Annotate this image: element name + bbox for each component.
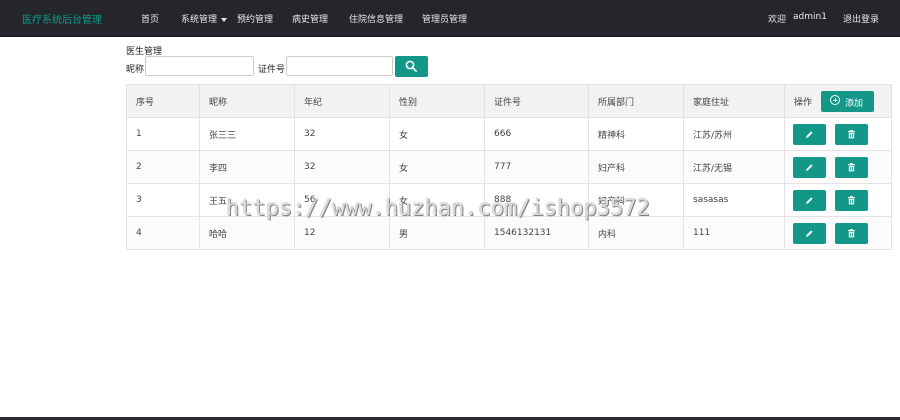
nav-system-menu[interactable]: 系统管理 [181, 12, 228, 25]
add-button-label: 添加 [845, 99, 864, 109]
trash-icon [848, 229, 855, 238]
cell-actions [784, 216, 892, 250]
pencil-icon [806, 131, 813, 138]
cell-age: 56 [294, 183, 390, 217]
cell-gender: 女 [389, 150, 485, 184]
idno-input[interactable] [286, 56, 393, 76]
add-button[interactable]: 添加 [821, 91, 874, 112]
header-actions-label: 操作 [794, 97, 813, 108]
nav-home[interactable]: 首页 [141, 12, 159, 25]
trash-icon [848, 163, 855, 172]
cell-department: 妇产科 [588, 150, 684, 184]
cell-index: 3 [126, 183, 200, 217]
edit-button[interactable] [793, 190, 826, 211]
table-row: 4 哈哈 12 男 1546132131 内科 111 [126, 216, 892, 250]
header-idno: 证件号 [484, 84, 589, 118]
cell-actions [784, 117, 892, 151]
cell-idno: 777 [484, 150, 589, 184]
cell-index: 2 [126, 150, 200, 184]
cell-idno: 888 [484, 183, 589, 217]
edit-button[interactable] [793, 124, 826, 145]
header-gender: 性别 [389, 84, 485, 118]
cell-actions [784, 183, 892, 217]
delete-button[interactable] [835, 157, 868, 178]
table-row: 2 李四 32 女 777 妇产科 江苏/无锡 [126, 150, 892, 184]
top-navbar: 医疗系统后台管理 首页 系统管理 预约管理 病史管理 住院信息管理 管理员管理 … [0, 0, 900, 37]
pencil-icon [806, 197, 813, 204]
header-age: 年纪 [294, 84, 390, 118]
cell-nickname: 王五 [199, 183, 295, 217]
current-user: admin1 [793, 12, 827, 22]
header-department: 所属部门 [588, 84, 684, 118]
cell-index: 4 [126, 216, 200, 250]
nav-medical-history[interactable]: 病史管理 [292, 12, 328, 25]
pencil-icon [806, 164, 813, 171]
chevron-down-icon [221, 17, 228, 22]
cell-age: 32 [294, 150, 390, 184]
cell-gender: 女 [389, 183, 485, 217]
cell-address: 江苏/苏州 [683, 117, 785, 151]
delete-button[interactable] [835, 124, 868, 145]
logout-link[interactable]: 退出登录 [843, 12, 879, 25]
cell-actions [784, 150, 892, 184]
cell-idno: 666 [484, 117, 589, 151]
cell-idno: 1546132131 [484, 216, 589, 250]
delete-button[interactable] [835, 223, 868, 244]
delete-button[interactable] [835, 190, 868, 211]
edit-button[interactable] [793, 223, 826, 244]
nav-appointments[interactable]: 预约管理 [237, 12, 273, 25]
doctor-table: 序号 昵称 年纪 性别 证件号 所属部门 家庭住址 操作 添加 1 张三三 32… [126, 84, 892, 250]
search-icon [405, 60, 417, 72]
nickname-input[interactable] [145, 56, 254, 76]
search-button[interactable] [395, 56, 428, 77]
nav-system-label: 系统管理 [181, 15, 218, 25]
nav-admins[interactable]: 管理员管理 [422, 12, 467, 25]
nickname-label: 昵称: [126, 65, 148, 75]
welcome-text: 欢迎 [768, 15, 787, 25]
trash-icon [848, 196, 855, 205]
cell-gender: 女 [389, 117, 485, 151]
cell-address: sasasas [683, 183, 785, 217]
header-index: 序号 [126, 84, 200, 118]
cell-nickname: 李四 [199, 150, 295, 184]
cell-gender: 男 [389, 216, 485, 250]
cell-address: 111 [683, 216, 785, 250]
cell-address: 江苏/无锡 [683, 150, 785, 184]
header-actions: 操作 添加 [784, 84, 892, 118]
idno-label: 证件号: [258, 65, 289, 75]
nav-hospitalization[interactable]: 住院信息管理 [349, 12, 403, 25]
cell-age: 32 [294, 117, 390, 151]
header-address: 家庭住址 [683, 84, 785, 118]
cell-age: 12 [294, 216, 390, 250]
cell-department: 内科 [588, 216, 684, 250]
table-header-row: 序号 昵称 年纪 性别 证件号 所属部门 家庭住址 操作 添加 [126, 84, 892, 118]
pencil-icon [806, 230, 813, 237]
plus-circle-icon [830, 95, 840, 105]
trash-icon [848, 130, 855, 139]
header-nickname: 昵称 [199, 84, 295, 118]
cell-department: 精神科 [588, 117, 684, 151]
cell-department: 妇产科 [588, 183, 684, 217]
cell-index: 1 [126, 117, 200, 151]
table-row: 1 张三三 32 女 666 精神科 江苏/苏州 [126, 117, 892, 151]
edit-button[interactable] [793, 157, 826, 178]
cell-nickname: 张三三 [199, 117, 295, 151]
cell-nickname: 哈哈 [199, 216, 295, 250]
app-brand[interactable]: 医疗系统后台管理 [22, 11, 102, 26]
table-row: 3 王五 56 女 888 妇产科 sasasas [126, 183, 892, 217]
